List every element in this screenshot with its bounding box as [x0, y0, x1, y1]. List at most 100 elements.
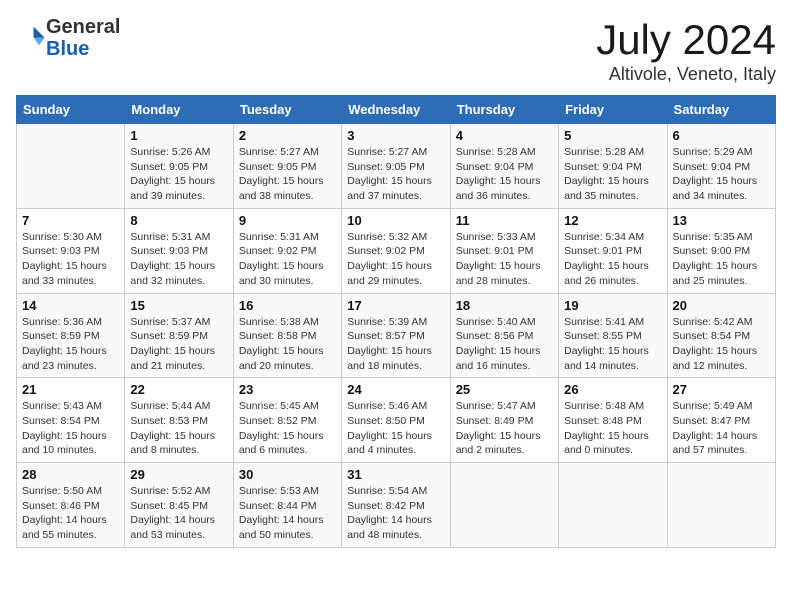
day-detail: Sunrise: 5:53 AMSunset: 8:44 PMDaylight:…	[239, 484, 336, 543]
col-header-friday: Friday	[559, 96, 667, 124]
calendar-cell: 26Sunrise: 5:48 AMSunset: 8:48 PMDayligh…	[559, 378, 667, 463]
day-number: 20	[673, 298, 770, 313]
calendar-cell: 23 Sunrise: 5:45 AMSunset: 8:52 PMDayligh…	[233, 378, 341, 463]
day-number: 1	[130, 128, 227, 143]
logo-general-text: General	[46, 16, 120, 38]
day-number: 22	[130, 382, 227, 397]
calendar-cell: 5 Sunrise: 5:28 AMSunset: 9:04 PMDaylight…	[559, 124, 667, 209]
day-number: 18	[456, 298, 553, 313]
logo-icon	[18, 22, 46, 50]
day-detail: Sunrise: 5:30 AMSunset: 9:03 PMDaylight:…	[22, 230, 119, 289]
col-header-tuesday: Tuesday	[233, 96, 341, 124]
calendar-cell: 30 Sunrise: 5:53 AMSunset: 8:44 PMDayligh…	[233, 463, 341, 548]
day-number: 7	[22, 213, 119, 228]
col-header-thursday: Thursday	[450, 96, 558, 124]
day-number: 31	[347, 467, 444, 482]
col-header-sunday: Sunday	[17, 96, 125, 124]
page-header: General Blue July 2024 Altivole, Veneto,…	[16, 16, 776, 85]
calendar-cell: 11Sunrise: 5:33 AMSunset: 9:01 PMDayligh…	[450, 208, 558, 293]
day-number: 3	[347, 128, 444, 143]
calendar-cell: 22Sunrise: 5:44 AMSunset: 8:53 PMDayligh…	[125, 378, 233, 463]
day-number: 16	[239, 298, 336, 313]
day-number: 12	[564, 213, 661, 228]
day-detail: Sunrise: 5:40 AMSunset: 8:56 PMDaylight:…	[456, 315, 553, 374]
day-number: 4	[456, 128, 553, 143]
calendar-cell: 25 Sunrise: 5:47 AMSunset: 8:49 PMDayligh…	[450, 378, 558, 463]
calendar-cell: 29Sunrise: 5:52 AMSunset: 8:45 PMDayligh…	[125, 463, 233, 548]
day-detail: Sunrise: 5:28 AMSunset: 9:04 PMDaylight:…	[456, 145, 553, 204]
day-number: 6	[673, 128, 770, 143]
calendar-week-row: 28 Sunrise: 5:50 AMSunset: 8:46 PMDayligh…	[17, 463, 776, 548]
day-detail: Sunrise: 5:41 AMSunset: 8:55 PMDaylight:…	[564, 315, 661, 374]
calendar-cell: 15 Sunrise: 5:37 AMSunset: 8:59 PMDayligh…	[125, 293, 233, 378]
day-number: 28	[22, 467, 119, 482]
day-number: 25	[456, 382, 553, 397]
day-detail: Sunrise: 5:34 AMSunset: 9:01 PMDaylight:…	[564, 230, 661, 289]
location-title: Altivole, Veneto, Italy	[596, 64, 776, 85]
calendar-week-row: 14 Sunrise: 5:36 AMSunset: 8:59 PMDayligh…	[17, 293, 776, 378]
calendar-cell	[667, 463, 775, 548]
day-number: 9	[239, 213, 336, 228]
day-detail: Sunrise: 5:27 AMSunset: 9:05 PMDaylight:…	[347, 145, 444, 204]
day-number: 14	[22, 298, 119, 313]
calendar-cell: 12 Sunrise: 5:34 AMSunset: 9:01 PMDayligh…	[559, 208, 667, 293]
calendar-header-row: SundayMondayTuesdayWednesdayThursdayFrid…	[17, 96, 776, 124]
day-number: 23	[239, 382, 336, 397]
calendar-cell: 31 Sunrise: 5:54 AMSunset: 8:42 PMDayligh…	[342, 463, 450, 548]
day-detail: Sunrise: 5:35 AMSunset: 9:00 PMDaylight:…	[673, 230, 770, 289]
day-number: 19	[564, 298, 661, 313]
calendar-cell: 3 Sunrise: 5:27 AMSunset: 9:05 PMDaylight…	[342, 124, 450, 209]
calendar-cell: 13Sunrise: 5:35 AMSunset: 9:00 PMDayligh…	[667, 208, 775, 293]
day-detail: Sunrise: 5:43 AMSunset: 8:54 PMDaylight:…	[22, 399, 119, 458]
day-number: 30	[239, 467, 336, 482]
calendar-cell: 18 Sunrise: 5:40 AMSunset: 8:56 PMDayligh…	[450, 293, 558, 378]
day-number: 29	[130, 467, 227, 482]
day-number: 8	[130, 213, 227, 228]
day-detail: Sunrise: 5:37 AMSunset: 8:59 PMDaylight:…	[130, 315, 227, 374]
day-detail: Sunrise: 5:26 AMSunset: 9:05 PMDaylight:…	[130, 145, 227, 204]
day-detail: Sunrise: 5:36 AMSunset: 8:59 PMDaylight:…	[22, 315, 119, 374]
calendar-cell: 20Sunrise: 5:42 AMSunset: 8:54 PMDayligh…	[667, 293, 775, 378]
day-number: 5	[564, 128, 661, 143]
day-detail: Sunrise: 5:45 AMSunset: 8:52 PMDaylight:…	[239, 399, 336, 458]
calendar-cell: 6Sunrise: 5:29 AMSunset: 9:04 PMDaylight…	[667, 124, 775, 209]
day-detail: Sunrise: 5:46 AMSunset: 8:50 PMDaylight:…	[347, 399, 444, 458]
day-number: 11	[456, 213, 553, 228]
day-number: 2	[239, 128, 336, 143]
day-number: 21	[22, 382, 119, 397]
calendar-cell: 2Sunrise: 5:27 AMSunset: 9:05 PMDaylight…	[233, 124, 341, 209]
calendar-cell: 9 Sunrise: 5:31 AMSunset: 9:02 PMDaylight…	[233, 208, 341, 293]
calendar-cell: 28 Sunrise: 5:50 AMSunset: 8:46 PMDayligh…	[17, 463, 125, 548]
calendar-cell: 17Sunrise: 5:39 AMSunset: 8:57 PMDayligh…	[342, 293, 450, 378]
col-header-saturday: Saturday	[667, 96, 775, 124]
calendar-cell: 10Sunrise: 5:32 AMSunset: 9:02 PMDayligh…	[342, 208, 450, 293]
calendar-cell	[450, 463, 558, 548]
calendar-table: SundayMondayTuesdayWednesdayThursdayFrid…	[16, 95, 776, 548]
day-number: 27	[673, 382, 770, 397]
day-detail: Sunrise: 5:54 AMSunset: 8:42 PMDaylight:…	[347, 484, 444, 543]
day-detail: Sunrise: 5:47 AMSunset: 8:49 PMDaylight:…	[456, 399, 553, 458]
day-number: 15	[130, 298, 227, 313]
day-detail: Sunrise: 5:32 AMSunset: 9:02 PMDaylight:…	[347, 230, 444, 289]
day-detail: Sunrise: 5:50 AMSunset: 8:46 PMDaylight:…	[22, 484, 119, 543]
day-detail: Sunrise: 5:39 AMSunset: 8:57 PMDaylight:…	[347, 315, 444, 374]
day-detail: Sunrise: 5:49 AMSunset: 8:47 PMDaylight:…	[673, 399, 770, 458]
day-number: 24	[347, 382, 444, 397]
calendar-week-row: 7 Sunrise: 5:30 AMSunset: 9:03 PMDaylight…	[17, 208, 776, 293]
calendar-cell: 19 Sunrise: 5:41 AMSunset: 8:55 PMDayligh…	[559, 293, 667, 378]
logo-blue-text: Blue	[46, 38, 89, 60]
calendar-cell: 4 Sunrise: 5:28 AMSunset: 9:04 PMDaylight…	[450, 124, 558, 209]
calendar-cell: 7 Sunrise: 5:30 AMSunset: 9:03 PMDaylight…	[17, 208, 125, 293]
calendar-cell: 16 Sunrise: 5:38 AMSunset: 8:58 PMDayligh…	[233, 293, 341, 378]
day-detail: Sunrise: 5:31 AMSunset: 9:02 PMDaylight:…	[239, 230, 336, 289]
day-detail: Sunrise: 5:28 AMSunset: 9:04 PMDaylight:…	[564, 145, 661, 204]
calendar-cell: 21 Sunrise: 5:43 AMSunset: 8:54 PMDayligh…	[17, 378, 125, 463]
calendar-cell: 8 Sunrise: 5:31 AMSunset: 9:03 PMDaylight…	[125, 208, 233, 293]
day-detail: Sunrise: 5:31 AMSunset: 9:03 PMDaylight:…	[130, 230, 227, 289]
calendar-cell: 14 Sunrise: 5:36 AMSunset: 8:59 PMDayligh…	[17, 293, 125, 378]
calendar-week-row: 21 Sunrise: 5:43 AMSunset: 8:54 PMDayligh…	[17, 378, 776, 463]
col-header-wednesday: Wednesday	[342, 96, 450, 124]
day-detail: Sunrise: 5:38 AMSunset: 8:58 PMDaylight:…	[239, 315, 336, 374]
calendar-week-row: 1 Sunrise: 5:26 AMSunset: 9:05 PMDaylight…	[17, 124, 776, 209]
calendar-cell: 24 Sunrise: 5:46 AMSunset: 8:50 PMDayligh…	[342, 378, 450, 463]
